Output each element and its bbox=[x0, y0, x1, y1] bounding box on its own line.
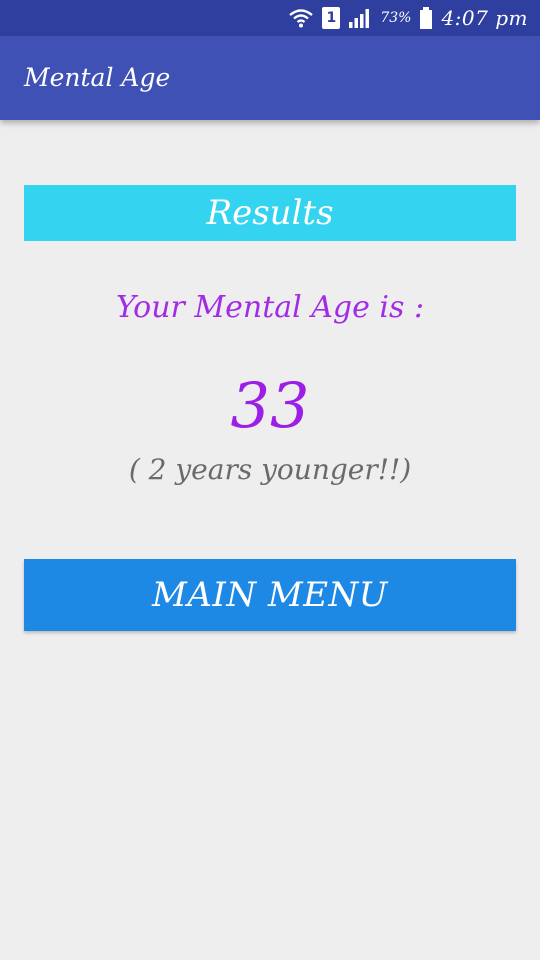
clock: 4:07 pm bbox=[441, 6, 528, 30]
main-menu-button-label: MAIN MENU bbox=[152, 575, 388, 615]
mental-age-label: Your Mental Age is : bbox=[115, 290, 425, 325]
signal-icon bbox=[348, 7, 372, 29]
battery-percent: 73% bbox=[380, 10, 412, 26]
age-difference-text: ( 2 years younger!!) bbox=[128, 453, 412, 486]
battery-icon bbox=[419, 6, 433, 30]
app-bar: Mental Age bbox=[0, 36, 540, 120]
wifi-icon bbox=[288, 6, 314, 30]
results-header: Results bbox=[24, 185, 516, 241]
mental-age-value: 33 bbox=[230, 369, 310, 442]
main-menu-button[interactable]: MAIN MENU bbox=[24, 559, 516, 631]
app-title: Mental Age bbox=[24, 63, 171, 92]
status-icons: 1 73% 4:07 pm bbox=[288, 0, 528, 36]
results-header-label: Results bbox=[206, 193, 334, 233]
status-bar: 1 73% 4:07 pm bbox=[0, 0, 540, 36]
sim-icon: 1 bbox=[322, 7, 341, 29]
